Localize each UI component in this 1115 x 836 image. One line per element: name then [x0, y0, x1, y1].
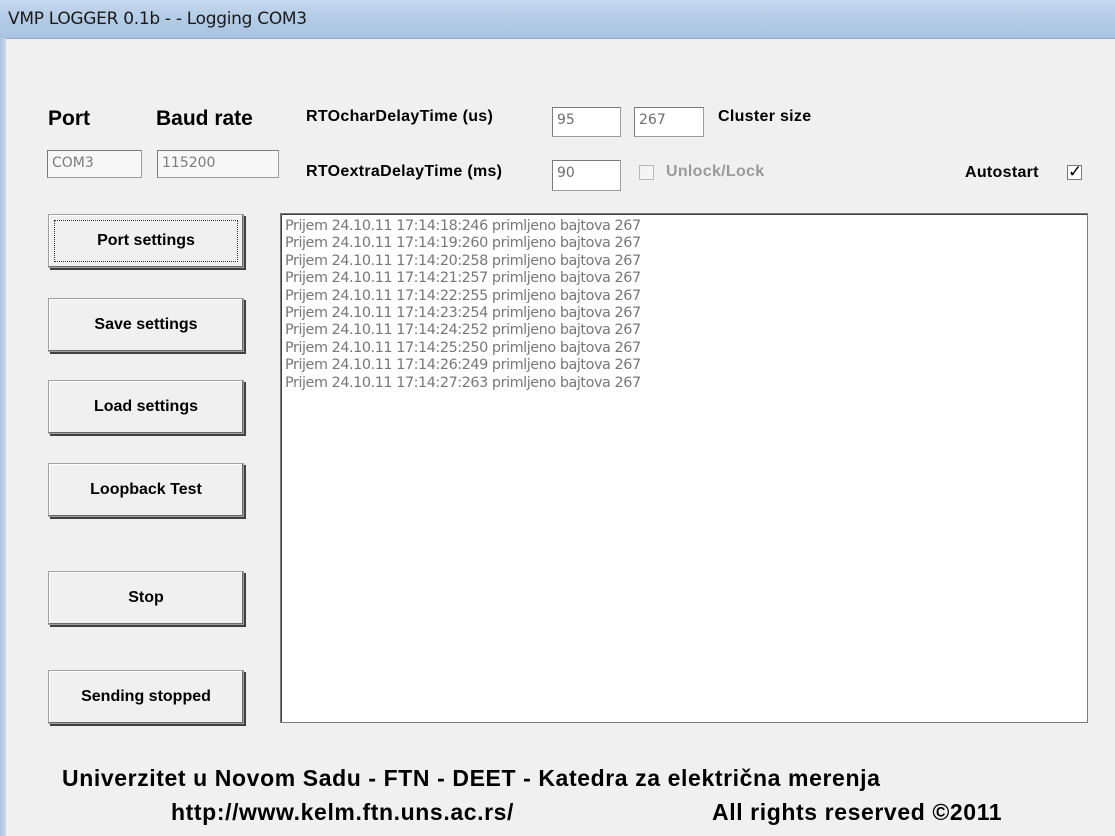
- rto-char-delay-label: RTOcharDelayTime (us): [306, 108, 494, 125]
- window-title: VMP LOGGER 0.1b - - Logging COM3: [8, 9, 307, 29]
- loopback-test-button[interactable]: Loopback Test: [48, 463, 244, 517]
- baud-rate-label: Baud rate: [156, 107, 253, 130]
- autostart-label: Autostart: [965, 164, 1039, 181]
- cluster-size-label: Cluster size: [718, 108, 812, 125]
- log-line: Prijem 24.10.11 17:14:26:249 primljeno b…: [285, 357, 641, 374]
- log-line: Prijem 24.10.11 17:14:18:246 primljeno b…: [285, 218, 641, 234]
- log-line: Prijem 24.10.11 17:14:23:254 primljeno b…: [285, 305, 641, 322]
- baud-rate-field[interactable]: 115200: [157, 150, 279, 178]
- log-line: Prijem 24.10.11 17:14:25:250 primljeno b…: [285, 339, 641, 356]
- title-bar[interactable]: VMP LOGGER 0.1b - - Logging COM3: [0, 0, 1115, 39]
- footer-institution: Univerzitet u Novom Sadu - FTN - DEET - …: [62, 765, 881, 791]
- footer-rights: All rights reserved ©2011: [712, 799, 1003, 825]
- port-settings-button[interactable]: Port settings: [48, 214, 244, 268]
- rto-extra-delay-label: RTOextraDelayTime (ms): [306, 163, 503, 180]
- stop-button[interactable]: Stop: [48, 571, 244, 625]
- cluster-size-field[interactable]: 267: [634, 107, 704, 137]
- footer-url: http://www.kelm.ftn.uns.ac.rs/: [171, 799, 515, 825]
- log-line: Prijem 24.10.11 17:14:24:252 primljeno b…: [285, 322, 641, 339]
- port-field[interactable]: COM3: [47, 150, 142, 178]
- sending-status-button[interactable]: Sending stopped: [48, 670, 244, 724]
- rto-char-delay-field[interactable]: 95: [552, 107, 621, 137]
- log-line: Prijem 24.10.11 17:14:20:258 primljeno b…: [285, 252, 641, 269]
- log-line: Prijem 24.10.11 17:14:27:263 primljeno b…: [285, 374, 641, 391]
- load-settings-button[interactable]: Load settings: [48, 380, 244, 434]
- checkmark-icon: ✓: [1068, 162, 1083, 181]
- save-settings-button[interactable]: Save settings: [48, 298, 244, 352]
- rto-extra-delay-field[interactable]: 90: [552, 160, 621, 191]
- log-line: Prijem 24.10.11 17:14:21:257 primljeno b…: [285, 270, 641, 287]
- unlock-lock-checkbox[interactable]: [639, 165, 654, 180]
- log-line: Prijem 24.10.11 17:14:22:255 primljeno b…: [285, 287, 641, 304]
- port-label: Port: [48, 107, 90, 130]
- main-window: Port Baud rate COM3 115200 RTOcharDelayT…: [6, 39, 1115, 836]
- autostart-checkbox[interactable]: ✓: [1067, 162, 1083, 181]
- unlock-lock-label: Unlock/Lock: [666, 163, 765, 180]
- log-textarea[interactable]: Prijem 24.10.11 17:14:18:246 primljeno b…: [280, 213, 1088, 723]
- log-line: Prijem 24.10.11 17:14:19:260 primljeno b…: [285, 235, 641, 252]
